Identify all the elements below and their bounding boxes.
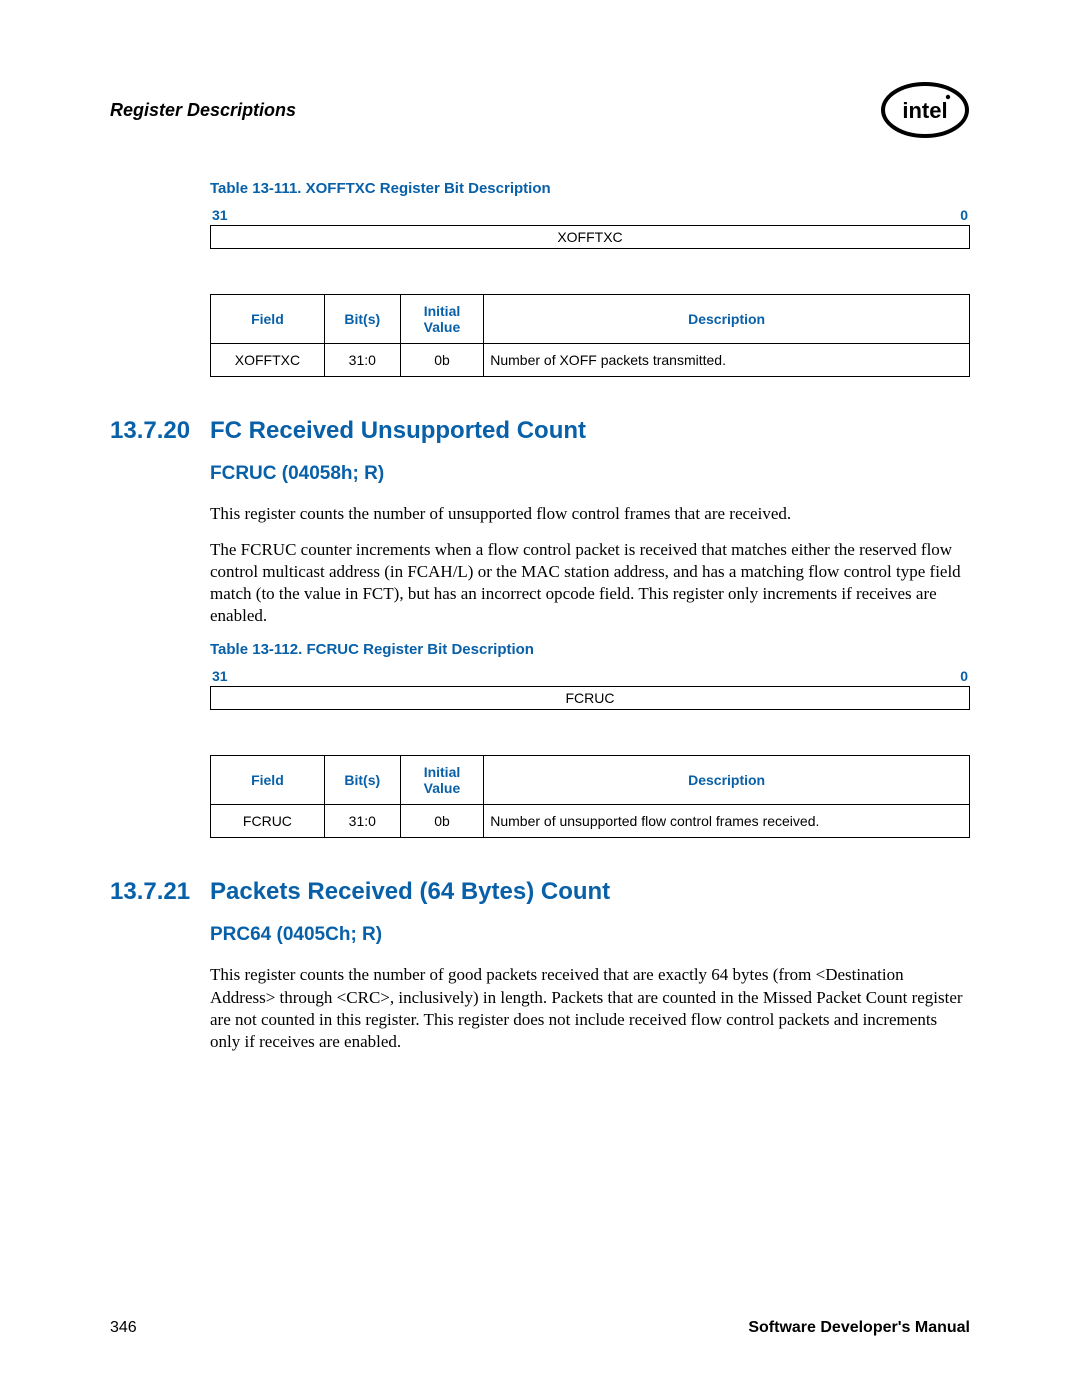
cell-bits: 31:0 (324, 344, 400, 377)
page-header: Register Descriptions intel (110, 80, 970, 140)
register-subtitle: FCRUC (04058h; R) (210, 463, 970, 485)
table-header-row: Field Bit(s) Initial Value Description (211, 295, 970, 344)
table-111-caption: Table 13-111. XOFFTXC Register Bit Descr… (210, 180, 970, 197)
bit-range-row: 31 0 (210, 668, 970, 686)
col-bits: Bit(s) (324, 756, 400, 805)
page-footer: 346 Software Developer's Manual (110, 1319, 970, 1337)
col-desc: Description (484, 756, 970, 805)
svg-text:intel: intel (902, 98, 947, 123)
col-bits: Bit(s) (324, 295, 400, 344)
section-title: FC Received Unsupported Count (210, 417, 586, 445)
bit-hi: 31 (212, 668, 228, 684)
bit-lo: 0 (960, 207, 968, 223)
col-field: Field (211, 756, 325, 805)
manual-title: Software Developer's Manual (748, 1319, 970, 1337)
table-112: Field Bit(s) Initial Value Description F… (210, 755, 970, 838)
table-header-row: Field Bit(s) Initial Value Description (211, 756, 970, 805)
section-13-7-21-heading: 13.7.21 Packets Received (64 Bytes) Coun… (110, 878, 970, 906)
body-paragraph: This register counts the number of unsup… (210, 503, 970, 525)
section-13-7-20-heading: 13.7.20 FC Received Unsupported Count (110, 417, 970, 445)
cell-field: XOFFTXC (211, 344, 325, 377)
page-number: 346 (110, 1319, 137, 1337)
register-subtitle: PRC64 (0405Ch; R) (210, 924, 970, 946)
col-init: Initial Value (400, 295, 483, 344)
intel-logo-icon: intel (880, 80, 970, 140)
bit-hi: 31 (212, 207, 228, 223)
cell-desc: Number of unsupported flow control frame… (484, 805, 970, 838)
cell-desc: Number of XOFF packets transmitted. (484, 344, 970, 377)
col-init: Initial Value (400, 756, 483, 805)
bitfield-box: XOFFTXC (210, 225, 970, 249)
col-desc: Description (484, 295, 970, 344)
page: Register Descriptions intel Table 13-111… (0, 0, 1080, 1397)
bit-range-row: 31 0 (210, 207, 970, 225)
table-112-caption: Table 13-112. FCRUC Register Bit Descrip… (210, 641, 970, 658)
cell-field: FCRUC (211, 805, 325, 838)
body-paragraph: The FCRUC counter increments when a flow… (210, 539, 970, 627)
col-field: Field (211, 295, 325, 344)
cell-init: 0b (400, 344, 483, 377)
section-number: 13.7.20 (110, 417, 210, 445)
header-title: Register Descriptions (110, 100, 296, 121)
body-paragraph: This register counts the number of good … (210, 964, 970, 1052)
bit-lo: 0 (960, 668, 968, 684)
cell-init: 0b (400, 805, 483, 838)
bitfield-box: FCRUC (210, 686, 970, 710)
cell-bits: 31:0 (324, 805, 400, 838)
section-title: Packets Received (64 Bytes) Count (210, 878, 610, 906)
table-row: FCRUC 31:0 0b Number of unsupported flow… (211, 805, 970, 838)
section-number: 13.7.21 (110, 878, 210, 906)
table-row: XOFFTXC 31:0 0b Number of XOFF packets t… (211, 344, 970, 377)
table-111: Field Bit(s) Initial Value Description X… (210, 294, 970, 377)
